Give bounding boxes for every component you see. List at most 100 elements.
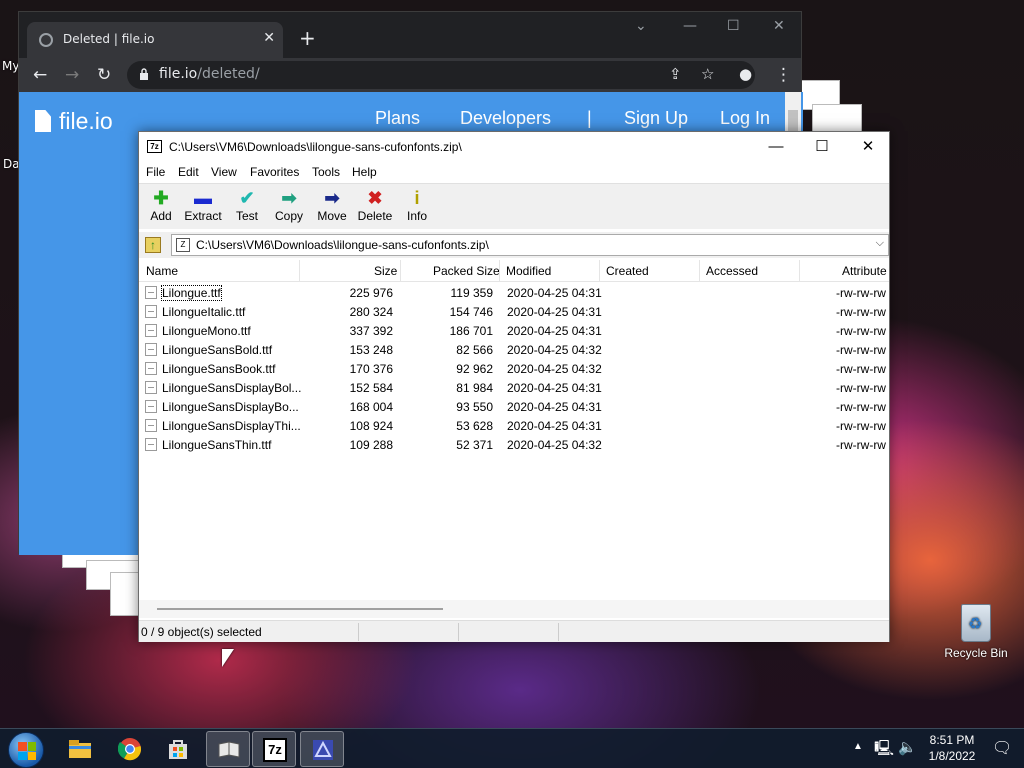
desktop-label-my[interactable]: My (2, 59, 19, 73)
col-accessed[interactable]: Accessed (706, 264, 758, 278)
file-name: LilongueItalic.ttf (162, 305, 246, 319)
menu-help[interactable]: Help (352, 165, 377, 179)
toolbar-add-button[interactable]: ✚ Add (139, 187, 183, 229)
address-bar[interactable]: file.io/deleted/ ⇪ ☆ (127, 61, 755, 89)
minimize-icon[interactable]: — (683, 18, 697, 34)
menu-edit[interactable]: Edit (178, 165, 199, 179)
toolbar-move-button[interactable]: ➡ Move (310, 187, 354, 229)
share-icon[interactable]: ⇪ (669, 65, 682, 83)
recycle-bin-icon (961, 604, 991, 642)
copy-arrow-icon: ➡ (281, 188, 297, 208)
file-row[interactable]: LilongueSansDisplayThi... 108 924 53 628 20… (139, 416, 889, 435)
network-icon[interactable]: 🖳 (874, 738, 894, 763)
close-button[interactable]: ✕ (845, 132, 891, 162)
recycle-bin[interactable]: Recycle Bin (944, 604, 1008, 660)
maximize-button[interactable]: ☐ (799, 132, 845, 162)
new-tab-button[interactable]: + (299, 26, 316, 50)
toolbar-label: Add (150, 209, 172, 223)
file-row[interactable]: LilongueSansBook.ttf 170 376 92 962 2020-04… (139, 359, 889, 378)
notifications-icon[interactable]: 🗨 (992, 738, 1012, 758)
file-row[interactable]: Lilongue.ttf 225 976 119 359 2020-04-25 04:… (139, 283, 889, 302)
col-created[interactable]: Created (606, 264, 649, 278)
path-text: C:\Users\VM6\Downloads\lilongue-sans-cuf… (196, 238, 489, 252)
archive-icon: Z (176, 238, 190, 252)
path-field[interactable]: Z C:\Users\VM6\Downloads\lilongue-sans-c… (171, 234, 889, 256)
windows-logo-icon (18, 742, 36, 760)
menu-dots-icon[interactable]: ⋮ (775, 65, 792, 85)
tab-close-icon[interactable]: ✕ (263, 30, 275, 46)
nav-sign-up[interactable]: Sign Up (624, 108, 688, 129)
file-attr: -rw-rw-rw (836, 286, 886, 300)
status-divider (558, 623, 559, 641)
file-name: LilongueSansDisplayBo... (162, 400, 299, 414)
mouse-cursor-icon (222, 649, 234, 667)
taskbar-7zip[interactable]: 7z (252, 731, 296, 767)
menu-tools[interactable]: Tools (312, 165, 340, 179)
toolbar-label: Delete (357, 209, 393, 223)
taskbar-file-explorer[interactable] (58, 731, 102, 767)
maximize-icon[interactable]: ☐ (727, 18, 740, 34)
nav-log-in[interactable]: Log In (720, 108, 770, 129)
start-button[interactable] (8, 732, 44, 768)
toolbar-info-button[interactable]: i Info (395, 187, 439, 229)
bookmark-star-icon[interactable]: ☆ (701, 65, 714, 83)
col-size[interactable]: Size (374, 264, 397, 278)
fileio-logo[interactable]: file.io (35, 108, 113, 135)
toolbar-delete-button[interactable]: ✖ Delete (353, 187, 397, 229)
back-icon[interactable]: ← (33, 65, 47, 85)
browser-tab[interactable]: Deleted | file.io ✕ (27, 22, 283, 58)
col-modified[interactable]: Modified (506, 264, 551, 278)
volume-icon[interactable]: 🔈 (898, 738, 917, 756)
minimize-button[interactable]: — (753, 132, 799, 162)
file-row[interactable]: LilongueSansDisplayBol... 152 584 81 984 20… (139, 378, 889, 397)
taskbar-chrome[interactable] (108, 731, 152, 767)
tab-search-icon[interactable]: ⌄ (635, 18, 647, 34)
col-divider[interactable] (799, 260, 800, 282)
file-row[interactable]: LilongueItalic.ttf 280 324 154 746 2020-04-… (139, 302, 889, 321)
show-hidden-icons-icon[interactable]: ▲ (853, 741, 863, 752)
nav-plans[interactable]: Plans (375, 108, 420, 129)
col-divider[interactable] (400, 260, 401, 282)
delete-x-icon: ✖ (367, 188, 383, 208)
taskbar-app[interactable] (300, 731, 344, 767)
scrollbar-thumb[interactable] (157, 608, 443, 610)
toolbar-copy-button[interactable]: ➡ Copy (267, 187, 311, 229)
col-packed-size[interactable]: Packed Size (433, 264, 500, 278)
forward-icon[interactable]: → (65, 65, 79, 85)
toolbar-test-button[interactable]: ✔ Test (225, 187, 269, 229)
lock-icon (140, 68, 148, 80)
file-row[interactable]: LilongueMono.ttf 337 392 186 701 2020-04-25… (139, 321, 889, 340)
chevron-down-icon[interactable]: ⌵ (876, 237, 884, 250)
file-row[interactable]: LilongueSansDisplayBo... 168 004 93 550 202… (139, 397, 889, 416)
up-folder-icon[interactable]: ↑ (145, 237, 161, 253)
col-divider[interactable] (699, 260, 700, 282)
file-explorer-icon (69, 740, 91, 758)
menu-file[interactable]: File (146, 165, 165, 179)
url-text: file.io/deleted/ (159, 66, 260, 82)
window-title: C:\Users\VM6\Downloads\lilongue-sans-cuf… (169, 140, 462, 154)
reload-icon[interactable]: ↻ (97, 65, 111, 85)
col-name[interactable]: Name (146, 264, 178, 278)
col-divider[interactable] (299, 260, 300, 282)
recycle-bin-label: Recycle Bin (944, 646, 1008, 660)
clock[interactable]: 8:51 PM 1/8/2022 (920, 732, 984, 764)
app-icon (313, 740, 333, 760)
nav-developers[interactable]: Developers (460, 108, 551, 129)
menu-view[interactable]: View (211, 165, 237, 179)
menu-favorites[interactable]: Favorites (250, 165, 299, 179)
file-row[interactable]: LilongueSansBold.ttf 153 248 82 566 2020-04… (139, 340, 889, 359)
toolbar-label: Info (406, 209, 427, 223)
col-divider[interactable] (599, 260, 600, 282)
col-divider[interactable] (499, 260, 500, 282)
file-name: LilongueSansThin.ttf (162, 438, 272, 452)
file-attr: -rw-rw-rw (836, 381, 886, 395)
col-attributes[interactable]: Attribute (842, 264, 887, 278)
profile-icon[interactable]: ● (739, 65, 752, 83)
info-icon: i (414, 188, 420, 208)
toolbar-extract-button[interactable]: ▬ Extract (181, 187, 225, 229)
close-icon[interactable]: ✕ (773, 18, 785, 34)
taskbar-app-book[interactable] (206, 731, 250, 767)
file-row[interactable]: LilongueSansThin.ttf 109 288 52 371 2020-04… (139, 435, 889, 454)
globe-icon (39, 33, 53, 47)
taskbar-store[interactable] (156, 731, 200, 767)
